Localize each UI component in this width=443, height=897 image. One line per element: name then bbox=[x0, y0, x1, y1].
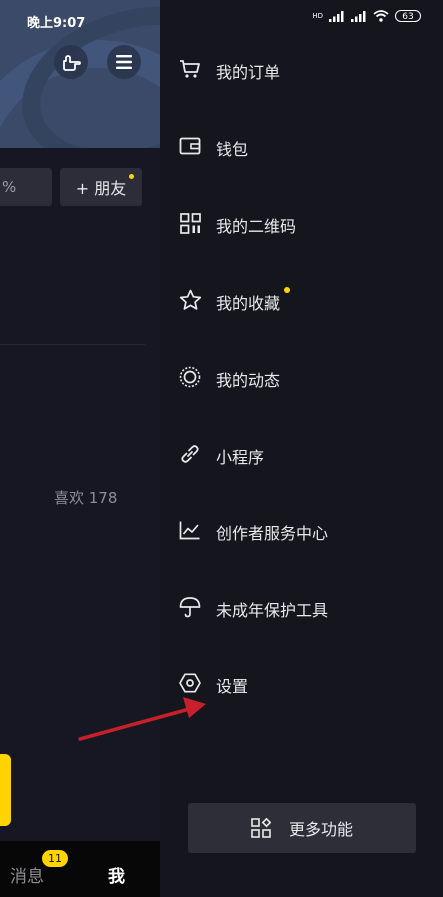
edit-profile-label: % bbox=[2, 178, 17, 196]
activity-ring-icon bbox=[178, 366, 202, 388]
menu-item-activity[interactable]: 我的动态 bbox=[160, 355, 443, 399]
menu-item-label: 小程序 bbox=[216, 448, 265, 467]
menu-item-label: 我的动态 bbox=[216, 371, 281, 390]
signal-icon bbox=[351, 10, 367, 22]
hand-pointer-button[interactable] bbox=[54, 45, 88, 79]
edit-profile-button[interactable]: % bbox=[0, 168, 52, 206]
grid-apps-icon bbox=[251, 818, 271, 838]
menu-button[interactable] bbox=[107, 45, 141, 79]
nav-me[interactable]: 我 bbox=[108, 862, 125, 887]
status-time: 晚上9:07 bbox=[27, 16, 86, 31]
add-friend-button[interactable]: + 朋友 bbox=[60, 168, 142, 206]
menu-item-label: 创作者服务中心 bbox=[216, 524, 329, 543]
menu-item-settings[interactable]: 设置 bbox=[160, 661, 443, 705]
notification-dot bbox=[284, 287, 290, 293]
wifi-icon bbox=[373, 10, 389, 22]
menu-item-creator-center[interactable]: 创作者服务中心 bbox=[160, 508, 443, 552]
wallet-icon bbox=[178, 135, 202, 157]
menu-item-label: 我的收藏 bbox=[216, 294, 281, 313]
menu-item-label: 我的订单 bbox=[216, 63, 281, 82]
more-features-button[interactable]: 更多功能 bbox=[188, 803, 416, 853]
menu-item-favorites[interactable]: 我的收藏 bbox=[160, 278, 443, 322]
side-drawer: HD 63 我的订单 钱包 我的二维码 我的收藏 我的动态 小程序 创作者服务中… bbox=[160, 0, 443, 897]
umbrella-icon bbox=[178, 596, 202, 618]
notification-dot bbox=[129, 174, 134, 179]
hamburger-icon bbox=[115, 54, 133, 70]
link-icon bbox=[178, 443, 202, 465]
menu-item-label: 未成年保护工具 bbox=[216, 601, 329, 620]
menu-item-orders[interactable]: 我的订单 bbox=[160, 47, 443, 91]
cart-icon bbox=[178, 58, 202, 80]
hd-label: HD bbox=[312, 12, 323, 20]
menu-item-minor-protection[interactable]: 未成年保护工具 bbox=[160, 585, 443, 629]
star-icon bbox=[178, 289, 202, 311]
menu-item-label: 我的二维码 bbox=[216, 217, 297, 236]
menu-item-mini-programs[interactable]: 小程序 bbox=[160, 432, 443, 476]
battery-indicator: 63 bbox=[395, 10, 421, 22]
add-friend-label: + 朋友 bbox=[75, 179, 127, 198]
likes-tab[interactable]: 喜欢 178 bbox=[54, 487, 117, 508]
menu-item-label: 钱包 bbox=[216, 140, 249, 159]
messages-badge: 11 bbox=[42, 850, 68, 867]
signal-icon bbox=[329, 10, 345, 22]
trend-chart-icon bbox=[178, 519, 202, 541]
divider bbox=[0, 344, 145, 345]
hand-pointer-icon bbox=[61, 52, 81, 72]
menu-item-wallet[interactable]: 钱包 bbox=[160, 124, 443, 168]
menu-item-label: 设置 bbox=[216, 677, 249, 696]
status-icons: HD 63 bbox=[312, 10, 421, 22]
qr-code-icon bbox=[178, 212, 202, 234]
settings-hexagon-icon bbox=[178, 672, 202, 694]
more-features-label: 更多功能 bbox=[288, 820, 353, 839]
floating-yellow-button[interactable] bbox=[0, 754, 11, 826]
nav-messages[interactable]: 消息 bbox=[10, 862, 44, 887]
menu-item-qr-code[interactable]: 我的二维码 bbox=[160, 201, 443, 245]
profile-page: 晚上9:07 % + 朋友 喜欢 178 消息 11 我 bbox=[0, 0, 160, 897]
